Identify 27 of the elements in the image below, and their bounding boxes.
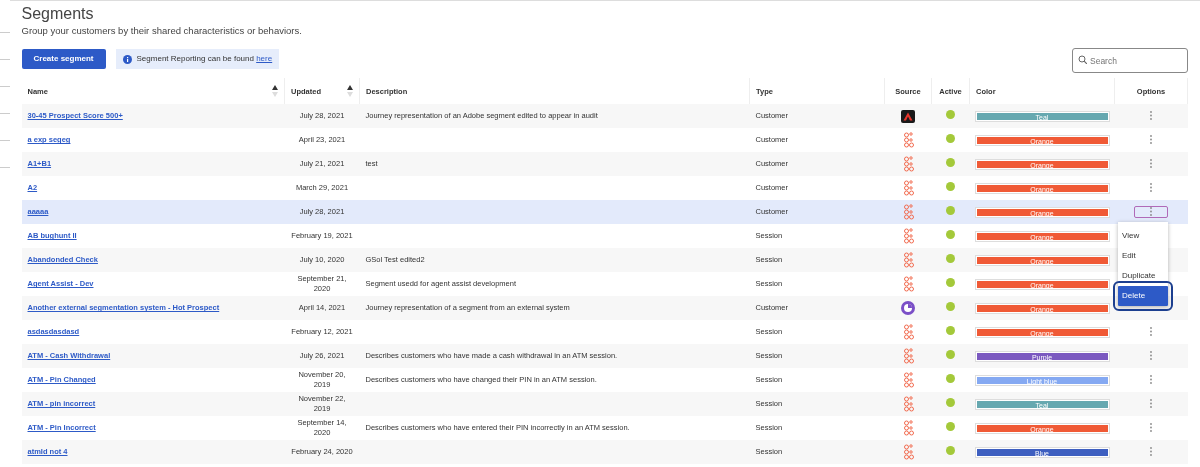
more-options-button[interactable] xyxy=(1134,205,1168,218)
nodes-icon xyxy=(902,276,914,293)
nodes-icon xyxy=(902,132,914,149)
nodes-icon xyxy=(902,324,914,341)
search-icon xyxy=(1078,54,1087,64)
menu-item[interactable]: Edit xyxy=(1118,245,1168,266)
menu-item[interactable]: Duplicate xyxy=(1118,265,1168,286)
menu-item[interactable]: View xyxy=(1118,225,1168,246)
nodes-icon xyxy=(902,156,914,173)
create-segment-button[interactable]: Create segment xyxy=(21,49,106,70)
page-subtitle: Group your customers by their shared characteristics or behaviors. xyxy=(21,24,303,38)
nodes-icon xyxy=(902,252,914,269)
nodes-icon xyxy=(902,204,914,221)
page-title: Segments xyxy=(21,5,95,23)
info-text: Segment Reporting can be found here xyxy=(136,53,273,66)
nodes-icon xyxy=(902,396,914,413)
nodes-icon xyxy=(902,228,914,245)
search-field[interactable]: Search xyxy=(1072,48,1188,74)
reporting-link[interactable]: here xyxy=(256,54,273,64)
nodes-icon xyxy=(902,444,914,461)
nodes-icon xyxy=(902,180,914,197)
nodes-icon xyxy=(902,372,914,389)
info-icon xyxy=(122,54,132,64)
nodes-icon xyxy=(902,348,914,365)
pie-chart-icon xyxy=(901,301,915,316)
triangle-icon xyxy=(901,109,915,123)
nodes-icon xyxy=(902,420,914,437)
